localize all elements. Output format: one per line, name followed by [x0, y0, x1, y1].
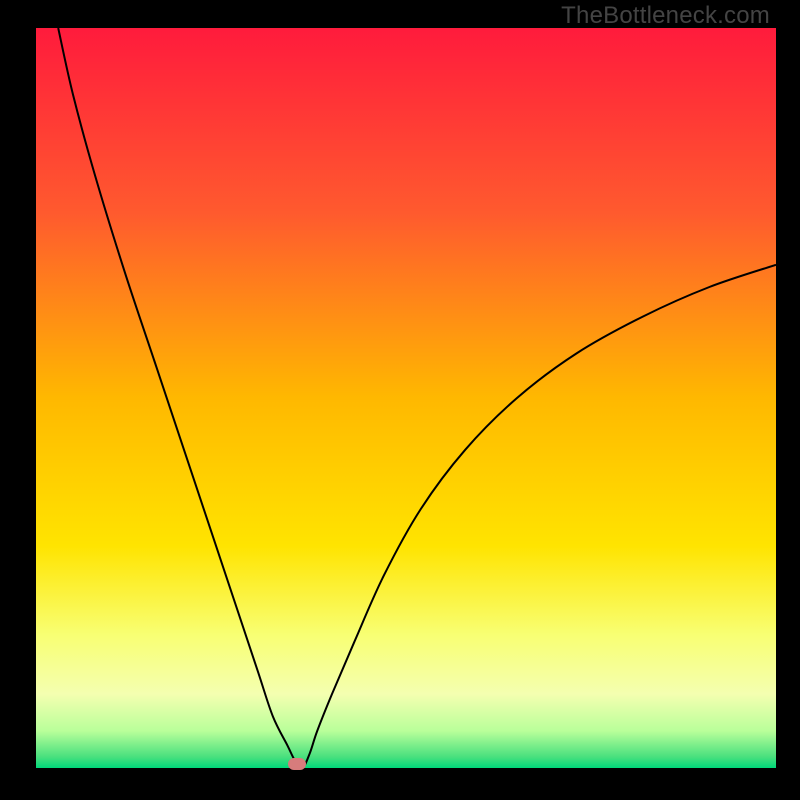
- bottleneck-curve: [36, 28, 776, 768]
- chart-frame: TheBottleneck.com: [0, 0, 800, 800]
- minimum-marker: [288, 758, 306, 770]
- watermark-text: TheBottleneck.com: [561, 2, 770, 30]
- plot-area: [36, 28, 776, 768]
